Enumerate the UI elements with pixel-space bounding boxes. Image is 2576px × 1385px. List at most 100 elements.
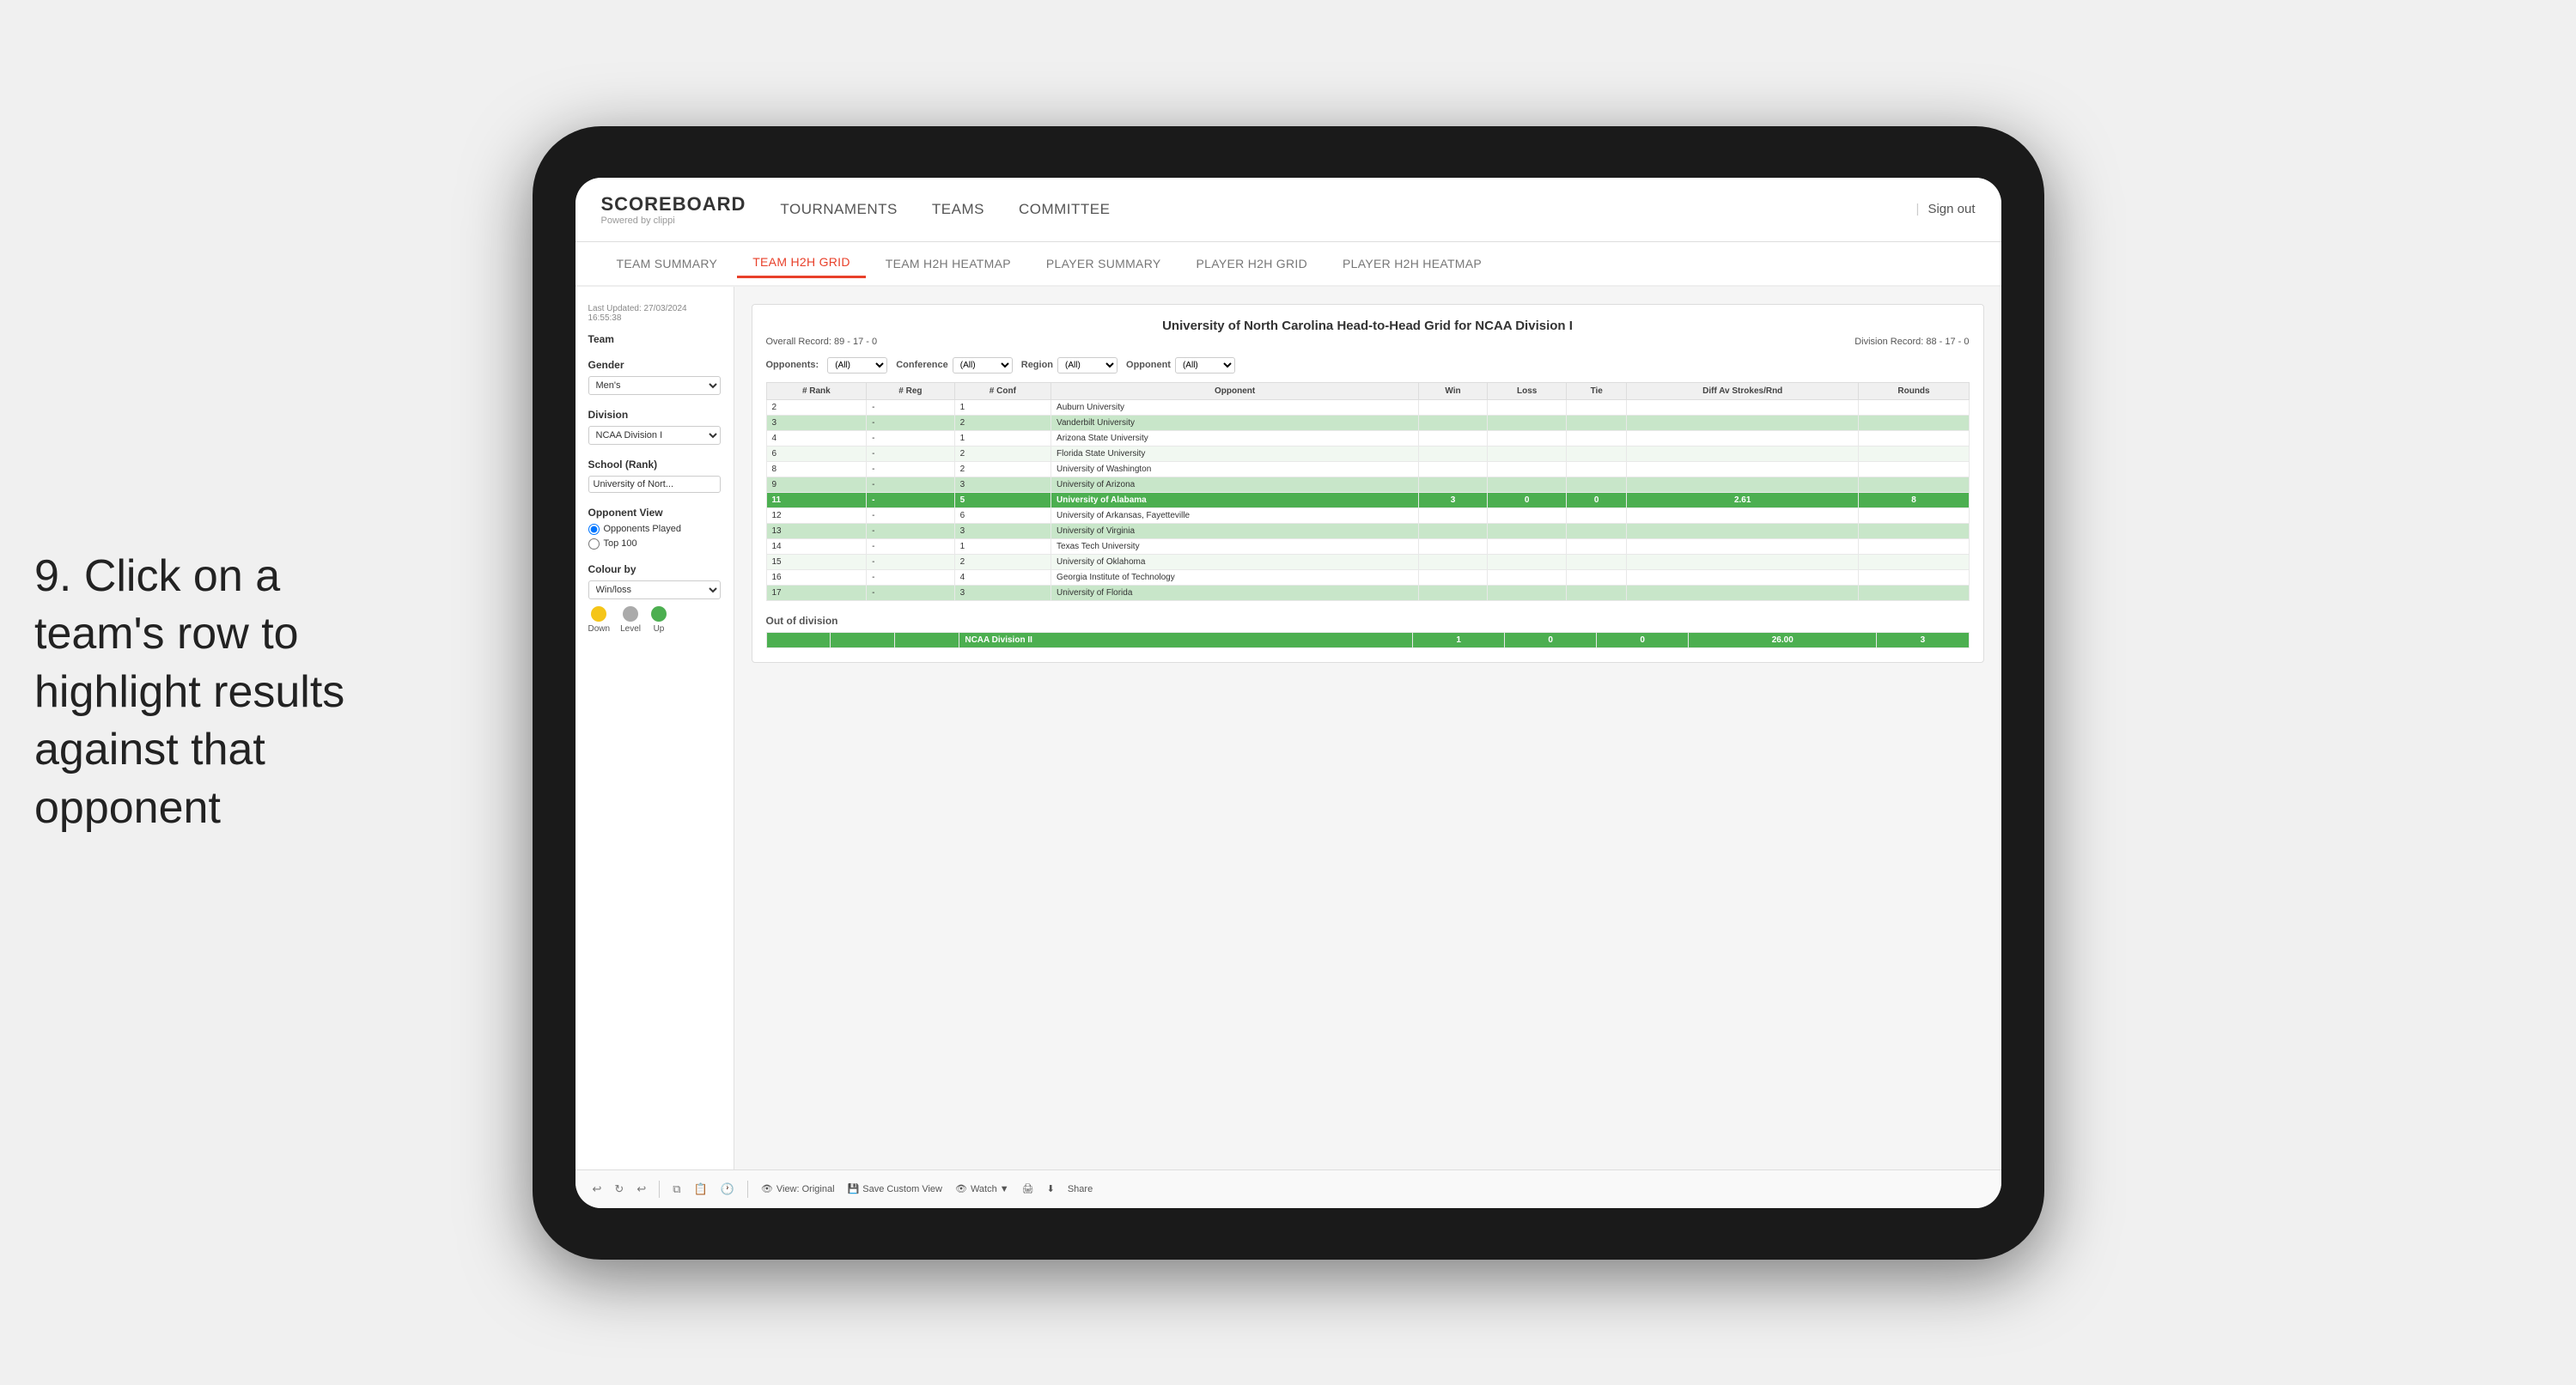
filter-row: Opponents: (All) Conference (All) xyxy=(766,357,1970,374)
main-content: Last Updated: 27/03/2024 16:55:38 Team G… xyxy=(575,287,2001,1169)
logo-area: SCOREBOARD Powered by clippi xyxy=(601,193,746,226)
col-reg: # Reg xyxy=(867,382,955,399)
tab-player-h2h-grid[interactable]: PLAYER H2H GRID xyxy=(1181,250,1324,277)
download-btn[interactable]: ⬇ xyxy=(1047,1183,1055,1194)
opponents-filter-select[interactable]: (All) xyxy=(827,357,887,374)
conference-select[interactable]: (All) xyxy=(953,357,1013,374)
nav-item-teams[interactable]: TEAMS xyxy=(932,197,984,222)
sidebar-colour-select[interactable]: Win/loss xyxy=(588,580,721,599)
sidebar-school-section: School (Rank) University of Nort... xyxy=(588,459,721,493)
out-division-name: NCAA Division II xyxy=(959,632,1413,647)
sidebar-school-label: School (Rank) xyxy=(588,459,721,471)
sidebar-team-label: Team xyxy=(588,333,721,345)
out-division-loss: 0 xyxy=(1505,632,1597,647)
colour-dot-level xyxy=(623,606,638,622)
sidebar-gender-label: Gender xyxy=(588,359,721,371)
share-btn[interactable]: Share xyxy=(1068,1184,1093,1194)
print-icon: 🖨 xyxy=(1022,1183,1034,1194)
redo-icon[interactable]: ↻ xyxy=(614,1182,624,1196)
sidebar-gender-section: Gender Men's xyxy=(588,359,721,395)
table-row[interactable]: 11-5University of Alabama3002.618 xyxy=(766,492,1969,507)
colour-dot-up xyxy=(651,606,667,622)
out-of-division-row[interactable]: NCAA Division II 1 0 0 26.00 3 xyxy=(766,632,1969,647)
sign-out-area: | Sign out xyxy=(1916,202,1976,216)
sidebar-timestamp: Last Updated: 27/03/2024 16:55:38 xyxy=(588,304,721,323)
col-loss: Loss xyxy=(1487,382,1567,399)
table-row[interactable]: 2-1Auburn University xyxy=(766,399,1969,415)
region-label: Region xyxy=(1021,360,1053,370)
sidebar-gender-select[interactable]: Men's xyxy=(588,376,721,395)
download-icon: ⬇ xyxy=(1047,1183,1055,1194)
colour-dot-down xyxy=(591,606,606,622)
sign-out-button[interactable]: Sign out xyxy=(1927,202,1975,216)
region-select[interactable]: (All) xyxy=(1057,357,1117,374)
col-opponent: Opponent xyxy=(1051,382,1419,399)
view-icon: 👁 xyxy=(761,1183,773,1194)
copy-icon[interactable]: ⧉ xyxy=(673,1182,680,1196)
view-original-btn[interactable]: 👁 View: Original xyxy=(761,1183,835,1194)
top-nav: SCOREBOARD Powered by clippi TOURNAMENTS… xyxy=(575,178,2001,242)
out-of-division-section: Out of division NCAA Division II 1 xyxy=(766,615,1970,648)
print-btn[interactable]: 🖨 xyxy=(1022,1183,1034,1194)
instruction-number: 9. xyxy=(34,551,71,601)
table-row[interactable]: 13-3University of Virginia xyxy=(766,523,1969,538)
clock-icon[interactable]: 🕐 xyxy=(721,1182,734,1196)
nav-items: TOURNAMENTS TEAMS COMMITTEE xyxy=(780,197,1915,222)
bottom-toolbar: ↩ ↻ ↩ ⧉ 📋 🕐 👁 View: Original 💾 Save Cust… xyxy=(575,1169,2001,1208)
col-win: Win xyxy=(1419,382,1488,399)
save-custom-view-btn[interactable]: 💾 Save Custom View xyxy=(848,1183,942,1194)
table-row[interactable]: 6-2Florida State University xyxy=(766,446,1969,461)
opponent-select[interactable]: (All) xyxy=(1175,357,1235,374)
watch-btn[interactable]: 👁 Watch ▼ xyxy=(955,1183,1009,1194)
colour-level: Level xyxy=(620,606,641,634)
out-of-division-label: Out of division xyxy=(766,615,1970,627)
table-row[interactable]: 3-2Vanderbilt University xyxy=(766,415,1969,430)
table-row[interactable]: 8-2University of Washington xyxy=(766,461,1969,477)
logo-title: SCOREBOARD xyxy=(601,193,746,216)
out-of-division-table: NCAA Division II 1 0 0 26.00 3 xyxy=(766,632,1970,648)
col-diff: Diff Av Strokes/Rnd xyxy=(1626,382,1859,399)
radio-top100[interactable]: Top 100 xyxy=(588,538,721,550)
tab-team-h2h-grid[interactable]: TEAM H2H GRID xyxy=(737,248,866,278)
col-tie: Tie xyxy=(1567,382,1627,399)
colour-legend: Down Level Up xyxy=(588,606,721,634)
opponents-filter-label: Opponents: xyxy=(766,360,819,370)
conference-filter: Conference (All) xyxy=(896,357,1013,374)
paste-icon[interactable]: 📋 xyxy=(694,1182,708,1196)
sidebar-opponent-view: Opponent View Opponents Played Top 100 xyxy=(588,507,721,550)
out-division-tie: 0 xyxy=(1597,632,1689,647)
radio-group: Opponents Played Top 100 xyxy=(588,524,721,550)
table-row[interactable]: 14-1Texas Tech University xyxy=(766,538,1969,554)
radio-opponents-played[interactable]: Opponents Played xyxy=(588,524,721,535)
tablet-frame: SCOREBOARD Powered by clippi TOURNAMENTS… xyxy=(533,126,2044,1260)
instruction-body: Click on a team's row to highlight resul… xyxy=(34,551,344,833)
nav-item-committee[interactable]: COMMITTEE xyxy=(1019,197,1111,222)
sidebar-team-section: Team xyxy=(588,333,721,345)
undo2-icon[interactable]: ↩ xyxy=(636,1182,646,1196)
table-row[interactable]: 4-1Arizona State University xyxy=(766,430,1969,446)
sidebar-division-label: Division xyxy=(588,409,721,421)
sidebar-division-section: Division NCAA Division I xyxy=(588,409,721,445)
table-row[interactable]: 9-3University of Arizona xyxy=(766,477,1969,492)
undo-icon[interactable]: ↩ xyxy=(593,1182,602,1196)
sub-nav: TEAM SUMMARY TEAM H2H GRID TEAM H2H HEAT… xyxy=(575,242,2001,287)
sidebar-division-select[interactable]: NCAA Division I xyxy=(588,426,721,445)
records-row: Overall Record: 89 - 17 - 0 Division Rec… xyxy=(766,337,1970,347)
nav-item-tournaments[interactable]: TOURNAMENTS xyxy=(780,197,897,222)
tab-team-summary[interactable]: TEAM SUMMARY xyxy=(601,250,734,277)
region-filter: Region (All) xyxy=(1021,357,1117,374)
table-row[interactable]: 15-2University of Oklahoma xyxy=(766,554,1969,569)
tab-team-h2h-heatmap[interactable]: TEAM H2H HEATMAP xyxy=(870,250,1026,277)
tab-player-summary[interactable]: PLAYER SUMMARY xyxy=(1031,250,1177,277)
table-row[interactable]: 12-6University of Arkansas, Fayetteville xyxy=(766,507,1969,523)
out-division-rounds: 3 xyxy=(1877,632,1969,647)
sidebar-school-value[interactable]: University of Nort... xyxy=(588,476,721,493)
table-row[interactable]: 17-3University of Florida xyxy=(766,585,1969,600)
table-row[interactable]: 16-4Georgia Institute of Technology xyxy=(766,569,1969,585)
logo-subtitle: Powered by clippi xyxy=(601,216,746,226)
overall-record: Overall Record: 89 - 17 - 0 xyxy=(766,337,878,347)
tab-player-h2h-heatmap[interactable]: PLAYER H2H HEATMAP xyxy=(1327,250,1497,277)
division-record: Division Record: 88 - 17 - 0 xyxy=(1854,337,1969,347)
watch-icon: 👁 xyxy=(955,1183,967,1194)
grid-container: University of North Carolina Head-to-Hea… xyxy=(752,304,1984,663)
